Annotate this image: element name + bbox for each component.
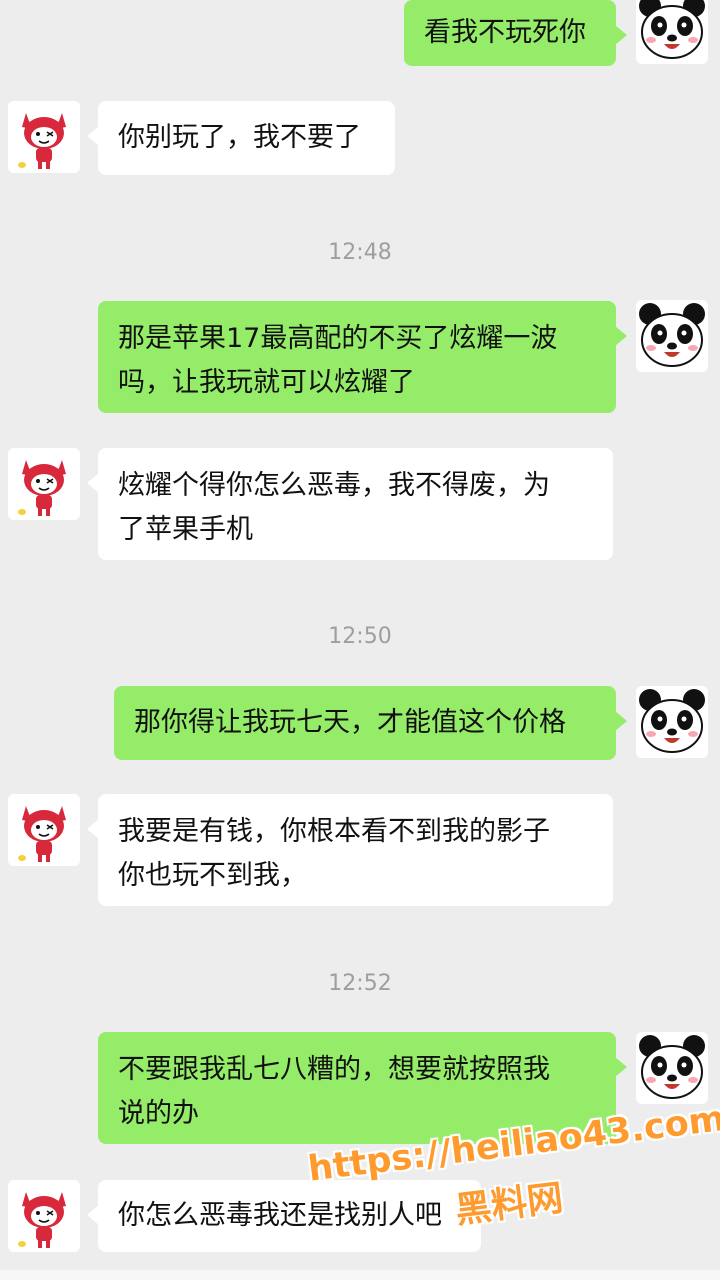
message-text-line: 不要跟我乱七八糟的，想要就按照我	[118, 1054, 550, 1085]
sent-message-bubble[interactable]: 那你得让我玩七天，才能值这个价格	[114, 686, 627, 760]
received-message-bubble[interactable]: 你别玩了，我不要了	[87, 101, 395, 175]
message-text-line: 炫耀个得你怎么恶毒，我不得废，为	[118, 470, 550, 501]
message-text-line: 那是苹果17最高配的不买了炫耀一波	[118, 323, 558, 354]
red-cartoon-fox-avatar-icon	[8, 1180, 80, 1252]
panda-avatar-icon	[636, 686, 708, 758]
self-avatar[interactable]	[636, 0, 708, 64]
message-text-line: 吗，让我玩就可以炫耀了	[118, 367, 415, 398]
red-cartoon-fox-avatar-icon	[8, 448, 80, 520]
self-avatar[interactable]	[636, 1032, 708, 1104]
message-timestamp: 12:52	[328, 971, 392, 996]
watermark-site-name: 黑料网	[453, 1177, 566, 1232]
self-avatar[interactable]	[636, 686, 708, 758]
panda-avatar-icon	[636, 1032, 708, 1104]
message-text-line: 你也玩不到我，	[118, 860, 307, 891]
received-message-bubble[interactable]: 炫耀个得你怎么恶毒，我不得废，为 了苹果手机	[87, 448, 613, 560]
message-timestamp: 12:48	[328, 240, 392, 265]
message-text-line: 我要是有钱，你根本看不到我的影子	[118, 816, 550, 847]
bottom-edge	[0, 1270, 720, 1280]
message-text-line: 了苹果手机	[118, 514, 253, 545]
message-text: 你别玩了，我不要了	[118, 122, 361, 153]
contact-avatar[interactable]	[8, 1180, 80, 1252]
sent-message-bubble[interactable]: 那是苹果17最高配的不买了炫耀一波 吗，让我玩就可以炫耀了	[98, 301, 627, 413]
panda-avatar-icon	[636, 300, 708, 372]
contact-avatar[interactable]	[8, 101, 80, 173]
self-avatar[interactable]	[636, 300, 708, 372]
message-timestamp: 12:50	[328, 624, 392, 649]
received-message-bubble[interactable]: 你怎么恶毒我还是找别人吧	[87, 1180, 481, 1252]
red-cartoon-fox-avatar-icon	[8, 101, 80, 173]
message-text: 看我不玩死你	[424, 17, 586, 48]
received-message-bubble[interactable]: 我要是有钱，你根本看不到我的影子 你也玩不到我，	[87, 794, 613, 906]
contact-avatar[interactable]	[8, 794, 80, 866]
message-text: 那你得让我玩七天，才能值这个价格	[134, 707, 566, 738]
contact-avatar[interactable]	[8, 448, 80, 520]
sent-message-bubble[interactable]: 看我不玩死你	[404, 0, 627, 66]
message-text: 你怎么恶毒我还是找别人吧	[118, 1200, 442, 1231]
panda-avatar-icon	[636, 0, 708, 64]
red-cartoon-fox-avatar-icon	[8, 794, 80, 866]
